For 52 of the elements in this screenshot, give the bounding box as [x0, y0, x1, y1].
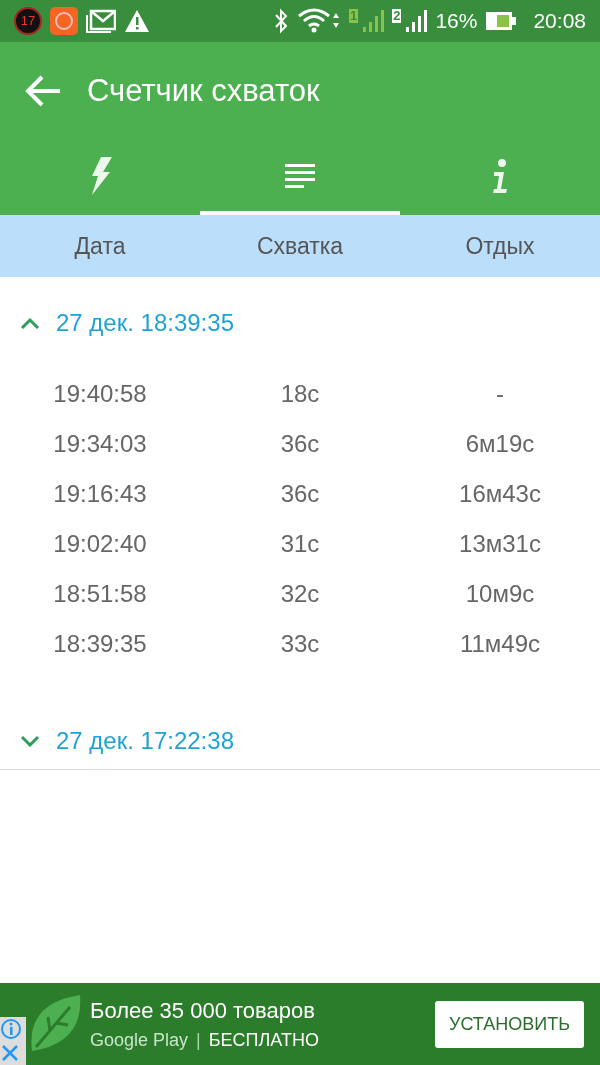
table-cell-text: 11м49с: [458, 629, 542, 659]
signal-icon: [362, 9, 385, 33]
clock: 20:08: [533, 8, 586, 35]
table-cell-text: 19:34:03: [52, 429, 148, 459]
table-cell-text: 16м43с: [458, 479, 542, 509]
info-icon: [0, 1018, 22, 1040]
table-cell-text: 18:51:58: [52, 579, 148, 609]
sim-label: 2: [392, 9, 402, 23]
back-arrow-icon: [24, 75, 62, 107]
ad-info-button[interactable]: [0, 1017, 26, 1041]
bluetooth-icon: [272, 8, 289, 34]
info-icon: [491, 158, 509, 193]
ad-price: БЕСПЛАТНО: [208, 1029, 319, 1052]
notification-badge: 17: [14, 7, 42, 35]
column-header: Дата: [73, 231, 127, 261]
table-cell-text: 32с: [279, 579, 321, 609]
table-cell-text: 18с: [279, 379, 321, 409]
battery-icon: [485, 11, 518, 31]
table-cell-text: 36с: [279, 479, 321, 509]
table-cell-text: 18:39:35: [52, 629, 148, 659]
table-cell-text: 36с: [279, 429, 321, 459]
close-icon: [0, 1043, 20, 1063]
table-cell-text: 6м19с: [464, 429, 536, 459]
table-cell-text: -: [495, 379, 505, 409]
table-cell-text: 10м9с: [464, 579, 536, 609]
wifi-icon: [296, 8, 341, 34]
separator: |: [196, 1029, 201, 1052]
table-cell-text: 19:02:40: [52, 529, 148, 559]
list-icon: [285, 163, 315, 188]
battery-percent: 16%: [435, 8, 478, 35]
app-icon: [50, 7, 78, 35]
chevron-down-icon: [20, 735, 40, 747]
ad-close-button[interactable]: [0, 1041, 26, 1065]
column-header: Отдых: [464, 231, 536, 261]
chevron-up-icon: [20, 317, 40, 329]
install-button[interactable]: УСТАНОВИТЬ: [435, 1000, 584, 1048]
table-cell-text: 19:16:43: [52, 479, 148, 509]
table-cell-text: 31с: [279, 529, 321, 559]
table-cell-text: 13м31с: [458, 529, 542, 559]
screen-title: Счетчик схваток: [87, 71, 320, 110]
signal-icon: [405, 9, 428, 33]
column-header: Схватка: [255, 231, 345, 261]
ad-headline: Более 35 000 товаров: [90, 997, 316, 1025]
table-cell-text: 33с: [279, 629, 321, 659]
sim-label: 1: [348, 9, 359, 23]
mail-icon: [86, 9, 116, 33]
table-cell-text: 19:40:58: [52, 379, 148, 409]
back-button[interactable]: [24, 75, 62, 107]
store-name: Google Play: [90, 1029, 189, 1052]
group-header[interactable]: 27 дек. 18:39:35: [20, 305, 234, 341]
warning-icon: [124, 9, 150, 33]
group-header[interactable]: 27 дек. 17:22:38: [20, 723, 234, 759]
